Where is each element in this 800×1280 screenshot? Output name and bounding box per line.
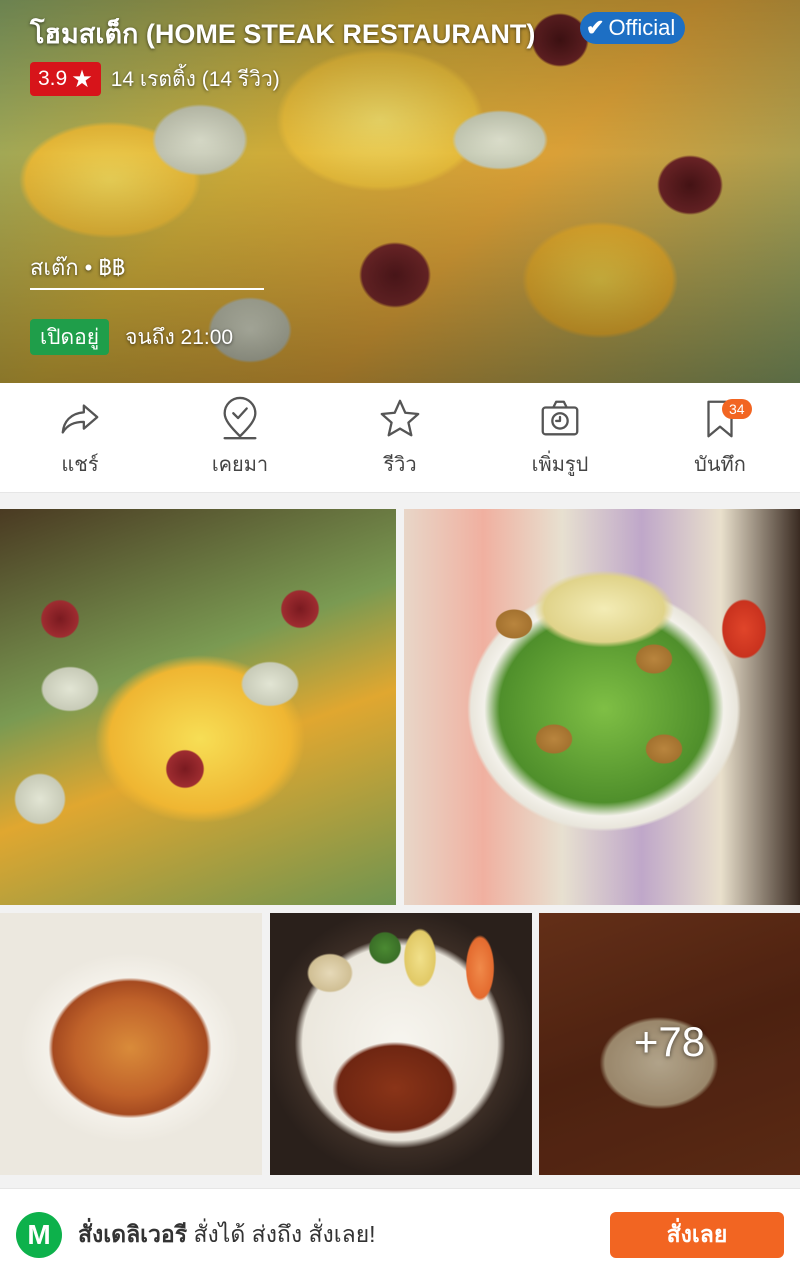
category-price[interactable]: สเต๊ก • ฿฿ <box>30 250 125 285</box>
delivery-bar: M สั่งเดลิเวอรี สั่งได้ ส่งถึง สั่งเลย! … <box>0 1188 800 1280</box>
hours-text: จนถึง 21:00 <box>125 325 234 349</box>
bookmark-count-badge: 34 <box>722 399 752 419</box>
lineman-logo-icon: M <box>16 1211 62 1258</box>
share-label: แชร์ <box>61 453 99 476</box>
share-button[interactable]: แชร์ <box>0 383 160 492</box>
restaurant-name: โฮมสเต็ก (HOME STEAK RESTAURANT) <box>30 19 536 49</box>
delivery-title: สั่งเดลิเวอรี <box>78 1220 188 1247</box>
star-outline-icon <box>380 399 420 436</box>
been-here-label: เคยมา <box>211 453 269 476</box>
add-photo-label: เพิ่มรูป <box>531 453 589 476</box>
bookmark-button[interactable]: 34 บันทึก <box>640 383 800 492</box>
photo-steak[interactable] <box>270 913 532 1175</box>
official-label: Official <box>608 15 676 40</box>
photo-spaghetti[interactable] <box>0 913 262 1175</box>
rating-value: 3.9 <box>38 67 68 90</box>
review-label: รีวิว <box>383 453 417 476</box>
camera-icon <box>541 400 579 435</box>
hero-cover-photo[interactable]: โฮมสเต็ก (HOME STEAK RESTAURANT) ✔ Offic… <box>0 0 800 383</box>
rating-badge: 3.9 ★ <box>30 62 101 96</box>
open-status-badge: เปิดอยู่ <box>30 319 110 355</box>
delivery-subtitle: สั่งได้ ส่งถึง สั่งเลย! <box>187 1220 376 1247</box>
location-check-icon <box>223 396 257 439</box>
add-photo-button[interactable]: เพิ่มรูป <box>480 383 640 492</box>
action-bar: แชร์ เคยมา รีวิว เพิ่มรูป 34 บันทึก <box>0 383 800 493</box>
more-photos-count: +78 <box>633 1018 706 1065</box>
review-button[interactable]: รีวิว <box>320 383 480 492</box>
hours-row[interactable]: เปิดอยู่ จนถึง 21:00 <box>30 319 233 355</box>
bookmark-label: บันทึก <box>694 453 746 476</box>
photo-more[interactable]: +78 <box>539 913 800 1175</box>
delivery-text: สั่งเดลิเวอรี สั่งได้ ส่งถึง สั่งเลย! <box>78 1217 376 1253</box>
check-icon: ✔ <box>586 15 605 40</box>
star-icon: ★ <box>71 65 93 93</box>
photo-fruit-salad[interactable] <box>0 509 396 905</box>
photo-green-salad[interactable] <box>404 509 800 905</box>
category-underline <box>30 288 264 290</box>
been-here-button[interactable]: เคยมา <box>160 383 320 492</box>
rating-row[interactable]: 3.9 ★ 14 เรตติ้ง (14 รีวิว) <box>30 62 280 96</box>
official-badge: ✔ Official <box>580 12 686 44</box>
rating-summary: 14 เรตติ้ง (14 รีวิว) <box>110 67 280 91</box>
order-now-button[interactable]: สั่งเลย <box>610 1212 784 1258</box>
share-icon <box>61 403 99 434</box>
